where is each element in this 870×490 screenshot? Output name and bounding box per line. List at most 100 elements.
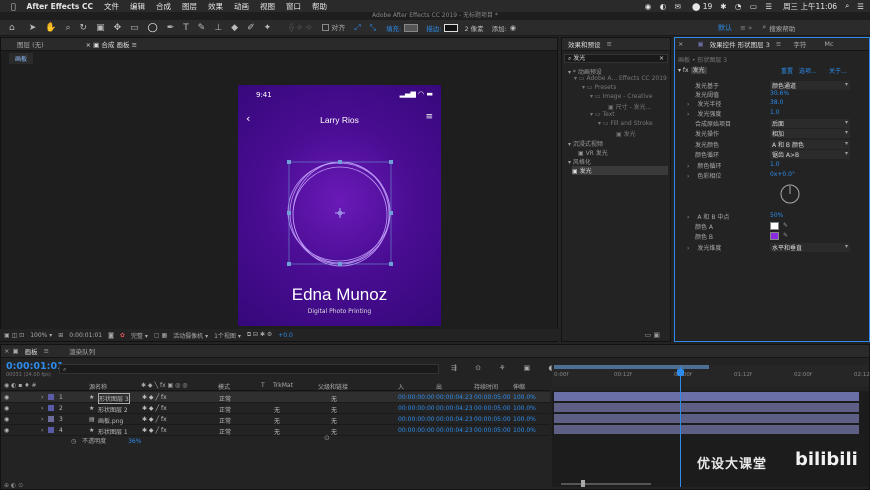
tree-item[interactable]: ▾ ▭ Fill and Stroke (598, 120, 653, 127)
layer-in[interactable]: 00:00:00:00 (398, 394, 435, 401)
layer-switches[interactable]: ✱ ◆ ╱ fx (142, 405, 167, 412)
pen-tool-icon[interactable]: ✒ (167, 20, 175, 36)
layer-type-icon[interactable]: ★ (89, 405, 94, 412)
tree-item[interactable]: ▾ 风格化 (568, 157, 591, 166)
camera-tool-icon[interactable]: ▣ (96, 20, 105, 36)
label-color-swatch[interactable] (48, 427, 54, 433)
workspace-menu-icon[interactable]: ≡ » (740, 24, 752, 32)
options-link[interactable]: 选项... (799, 66, 817, 75)
expand-arrow-icon[interactable]: › (41, 405, 43, 412)
effect-property-row[interactable]: 发光阈值 30.6% (687, 90, 867, 99)
expand-arrow-icon[interactable]: › (41, 427, 43, 434)
label-color-swatch[interactable] (48, 394, 54, 400)
preview-icons[interactable]: ▣ ◫ ⊡ (4, 332, 24, 339)
artboard-phone[interactable]: 9:41 ▂▄▆ ◠ ▬ ‹ Larry Rios ≡ Edna Munoz D… (238, 85, 441, 326)
layer-duration[interactable]: 00:00:05:00 (474, 394, 511, 401)
brush-tool-icon[interactable]: ✎ (198, 20, 206, 36)
home-icon[interactable]: ⌂ (9, 20, 15, 36)
camera-select[interactable]: 活动摄像机 ▾ (173, 331, 208, 340)
tab-composition[interactable]: × ▣ 合成 画板 ≡ (80, 39, 143, 49)
layer-stretch[interactable]: 100.0% (513, 416, 536, 423)
property-value[interactable]: 后面 (770, 119, 850, 128)
effect-property-row[interactable]: › 发光维度 水平和垂直 ▾ (687, 243, 867, 252)
views-select[interactable]: 1个视图 ▾ (214, 331, 241, 340)
header-mode[interactable]: 模式 (218, 382, 230, 391)
controls-panel-title[interactable]: 效果控件 形状图层 3 (704, 39, 776, 49)
label-color-swatch[interactable] (48, 405, 54, 411)
eyedropper-icon[interactable]: ✎ (783, 222, 788, 229)
property-value[interactable]: 相加 (770, 129, 850, 138)
tree-item[interactable]: ▾ ▭ Image - Creative (590, 93, 652, 100)
selection-tool-icon[interactable]: ➤ (29, 20, 37, 36)
property-value[interactable]: 水平和垂直 (770, 243, 850, 252)
layer-bar[interactable] (554, 392, 859, 401)
pick-whip-icon[interactable]: ⊙ (324, 434, 330, 442)
layer-duration[interactable]: 00:00:05:00 (474, 416, 511, 423)
menu-window[interactable]: 窗口 (286, 1, 301, 12)
property-value[interactable]: 50% (770, 212, 783, 219)
layer-bar[interactable] (554, 425, 859, 434)
panel-menu-icon[interactable]: ≡ (776, 40, 781, 48)
effect-property-row[interactable]: › 发光半径 38.0 (687, 99, 867, 108)
close-icon[interactable]: × (678, 40, 683, 48)
layer-row[interactable]: ◉ › 2 ★ 形状图层 2 ✱ ◆ ╱ fx 正常无无 00:00:00:00 00:00:0… (1, 403, 550, 414)
layer-duration[interactable]: 00:00:05:00 (474, 405, 511, 412)
layer-switches[interactable]: ✱ ◆ ╱ fx (142, 427, 167, 434)
phase-dial[interactable] (779, 183, 801, 205)
search-help-input[interactable]: 搜索帮助 (769, 23, 795, 33)
layer-row[interactable]: ◉ › 3 ▤ 画板.png ✱ ◆ ╱ fx 正常无无 00:00:00:00 00:00:0… (1, 414, 550, 425)
property-value[interactable]: 锯齿 A>B (770, 150, 850, 159)
layer-stretch[interactable]: 100.0% (513, 394, 536, 401)
battery-badge[interactable]: ⬤ 19 (692, 2, 712, 11)
menu-file[interactable]: 文件 (104, 1, 119, 12)
hand-tool-icon[interactable]: ✋ (45, 20, 56, 36)
effects-panel-title[interactable]: 效果和预设 (562, 39, 607, 49)
effect-property-row[interactable]: › 颜色循环 1.0 (687, 161, 867, 170)
menu-animation[interactable]: 动画 (234, 1, 249, 12)
layer-trkmat[interactable]: 无 (274, 405, 280, 414)
menu-help[interactable]: 帮助 (312, 1, 327, 12)
layer-in[interactable]: 00:00:00:00 (398, 427, 435, 434)
menu-effect[interactable]: 效果 (208, 1, 223, 12)
layer-name[interactable]: 形状图层 1 (98, 427, 128, 436)
layer-parent[interactable]: 无 (331, 416, 337, 425)
menu-composition[interactable]: 合成 (156, 1, 171, 12)
layer-in[interactable]: 00:00:00:00 (398, 405, 435, 412)
expand-arrow-icon[interactable]: › (687, 173, 689, 180)
puppet-tool-icon[interactable]: ✦ (264, 20, 272, 36)
clear-icon[interactable]: × (659, 55, 664, 63)
close-icon[interactable]: × (86, 41, 91, 49)
property-value[interactable]: 38.0 (770, 99, 783, 106)
timeline-search[interactable]: ⌕ (59, 364, 439, 374)
zoom-tool-icon[interactable]: ⌕ (65, 20, 70, 36)
fill-swatch[interactable] (404, 23, 419, 32)
effect-property-row[interactable]: › 色彩相位 0x+0.0° (687, 171, 867, 180)
header-stretch[interactable]: 伸缩 (513, 382, 525, 391)
eraser-tool-icon[interactable]: ◆ (231, 20, 238, 36)
tab-render-queue[interactable]: 渲染队列 (63, 346, 101, 356)
tree-item[interactable]: ▾ 沉浸式视频 (568, 139, 603, 148)
property-value[interactable]: 0x+0.0° (770, 171, 795, 178)
menu-view[interactable]: 视图 (260, 1, 275, 12)
header-out[interactable]: 出 (436, 382, 442, 391)
layer-out[interactable]: 00:00:04:23 (436, 394, 473, 401)
layer-type-icon[interactable]: ★ (89, 427, 94, 434)
ellipse-tool-icon[interactable]: ◯ (148, 20, 158, 36)
expand-arrow-icon[interactable]: › (687, 101, 689, 108)
layer-stretch[interactable]: 100.0% (513, 427, 536, 434)
layer-out[interactable]: 00:00:04:23 (436, 405, 473, 412)
apple-menu-icon[interactable]:  (11, 2, 16, 11)
opacity-value[interactable]: 36% (128, 438, 141, 445)
work-area-bar[interactable] (554, 365, 709, 369)
layer-num[interactable]: 3 (59, 416, 63, 423)
panel-menu-icon[interactable]: ≡ (44, 347, 49, 355)
layer-bar[interactable] (554, 403, 859, 412)
layer-type-icon[interactable]: ▤ (89, 416, 95, 423)
color-b-swatch[interactable] (770, 232, 779, 240)
stroke-swatch[interactable] (444, 23, 459, 32)
layer-num[interactable]: 2 (59, 405, 63, 412)
header-source-name[interactable]: 源名称 (89, 382, 107, 391)
lock-icon[interactable]: ▣ (93, 41, 99, 49)
expand-arrow-icon[interactable]: › (41, 394, 43, 401)
zoom-select[interactable]: 100% ▾ (30, 332, 52, 339)
